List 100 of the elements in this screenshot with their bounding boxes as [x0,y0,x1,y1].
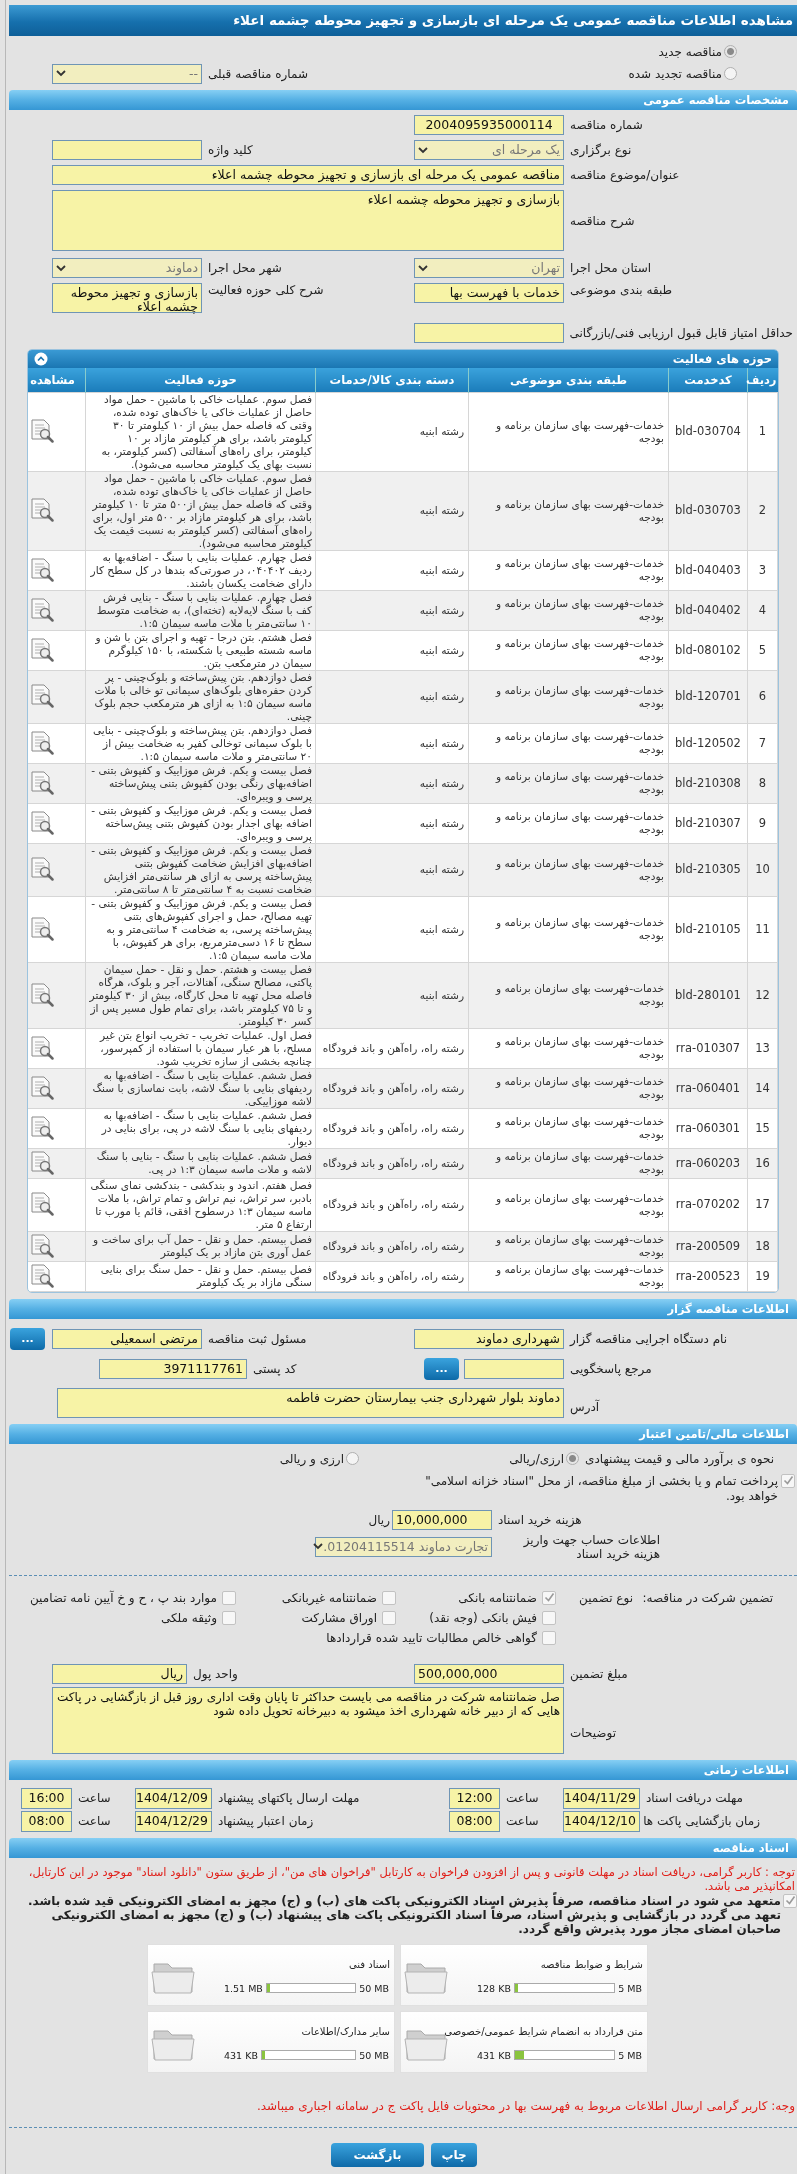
view-icon[interactable] [28,496,54,522]
text-field[interactable]: 16:00 [21,1787,72,1809]
view-icon[interactable] [28,1113,54,1140]
table-cell: فصل دوازدهم. بتن پیش‌ساخته و بلوک‌چینی - پر کردن حفره‌های بلوک‌های سیمانی تو خالی با ملات ماسه سیمان ۱:۵ به ازای هر مترمکعب حجم بلوک چینی. [85,670,316,723]
table-cell: rra-060203 [668,1148,748,1178]
view-icon[interactable] [28,980,54,1007]
view-icon[interactable] [28,855,54,881]
action-button[interactable]: چاپ [431,2142,477,2167]
checkbox[interactable] [783,1893,797,1908]
field-label: طبقه بندی موضوعی [569,283,674,297]
text-field[interactable]: 1404/12/29 [135,1810,212,1832]
view-icon[interactable] [28,1231,54,1258]
table-cell: فصل ششم. عملیات بنایی با سنگ - بنایی با سنگ لاشه و ملات ماسه سیمان ۱:۳ در پی. [85,1148,316,1178]
browse-button[interactable]: ... [10,1327,45,1350]
field-label: ساعت [505,1814,540,1828]
field-label: ساعت [505,1791,540,1805]
text-field[interactable]: شهرداری دماوند [414,1328,564,1349]
table-cell: رشته ابنیه [315,550,469,590]
text-area[interactable]: صل ضمانتنامه شرکت در مناقصه می بایست حداکثر تا پایان وقت اداری روز قبل از بازگشایی در پاکت هایی که از دبیر خانه شهرداری اخذ میشود به دبیرخانه تحویل داده شود [52,1686,564,1754]
table-cell: rra-200509 [668,1231,748,1261]
view-icon[interactable] [28,417,54,443]
dropdown[interactable]: -- [52,63,202,84]
table-cell: خدمات-فهرست بهای سازمان برنامه و بودجه [468,1261,669,1291]
view-icon[interactable] [28,728,54,755]
dropdown[interactable]: تجارت دماوند 01204115514. [315,1536,492,1557]
checkbox-label: گواهی خالص مطالبات تایید شده قراردادها [326,1630,537,1645]
radio-button[interactable] [724,67,737,80]
view-icon[interactable] [28,914,54,941]
dropdown[interactable]: تهران [414,258,564,278]
table-cell: خدمات-فهرست بهای سازمان برنامه و بودجه [468,1178,669,1231]
radio-label: ارزی/ریالی [509,1451,564,1466]
text-field[interactable] [52,140,202,160]
view-icon[interactable] [28,808,54,835]
file-size: 431 KB [224,2049,258,2061]
text-field[interactable] [464,1358,564,1379]
radio-label: مناقصه تجدید شده [628,66,722,81]
text-field[interactable]: 500,000,000 [414,1663,564,1684]
view-icon[interactable] [28,1033,54,1060]
radio-button[interactable] [566,1452,579,1465]
text-field[interactable]: 1404/12/09 [135,1787,212,1809]
text-field[interactable]: 1404/12/10 [563,1810,640,1832]
checkbox[interactable] [382,1610,396,1625]
checkbox[interactable] [222,1590,236,1605]
text-area[interactable]: بازسازی و تجهیز محوطه چشمه اعلاء [52,283,202,313]
field-label: تضمین شرکت در مناقصه: [641,1589,773,1608]
view-icon[interactable] [28,595,54,622]
text-field[interactable]: مرتضی اسمعیلی [52,1328,202,1349]
view-icon[interactable] [28,635,54,662]
view-icon[interactable] [28,768,54,795]
table-cell: خدمات-فهرست بهای سازمان برنامه و بودجه [468,1231,669,1261]
dropdown[interactable]: یک مرحله ای [414,140,564,160]
browse-button[interactable]: ... [424,1357,459,1380]
table-cell: فصل سوم. عملیات خاکی با ماشین - حمل مواد حاصل از عملیات خاکی یا خاک‌های توده شده، وقتی که فاصله حمل بیش از ۱۰ کیلومتر تا ۳۰ کیلومتر باشد، برای هر کیلومتر مازاد بر ۱۰ کیلومتر، برای راه‌های آسفالتی (کسر کیلومتر، به نسبت بهای یک کیلومتر محاسبه می‌شود). [85,392,316,471]
table-cell: 6 [747,670,778,723]
text-area[interactable]: بازسازی و تجهیز محوطه چشمه اعلاء [52,190,564,251]
dropdown[interactable]: دماوند [52,258,202,278]
text-field[interactable]: 08:00 [21,1810,72,1832]
checkbox[interactable] [781,1473,795,1488]
view-icon[interactable] [28,1148,54,1175]
view-icon[interactable] [28,682,54,708]
text-field[interactable]: خدمات با فهرست بها [414,283,564,303]
file-size: 431 KB [477,2049,511,2061]
field-label: ساعت [77,1814,112,1828]
view-icon[interactable] [28,1261,54,1288]
table-cell: rra-010307 [668,1028,748,1068]
collapse-icon[interactable] [34,352,48,366]
column-header: دسته بندی کالا/خدمات [315,368,469,392]
table-cell: رشته ابنیه [315,471,469,550]
table-cell: rra-070202 [668,1178,748,1231]
text-field[interactable]: 12:00 [449,1787,500,1809]
table-cell: فصل بیستم. حمل و نقل - حمل سنگ برای بنایی سنگی مازاد بر یک کیلومتر [85,1261,316,1291]
checkbox[interactable] [382,1590,396,1605]
table-cell: فصل اول. عملیات تخریب - تخریب انواع بتن غیر مسلح، با هر عیار سیمان با استفاده از کمپرسور، چنانچه بخشی از سازه تخریب شود. [85,1028,316,1068]
text-field[interactable]: مناقصه عمومی یک مرحله ای بازسازی و تجهیز محوطه چشمه اعلاء [52,165,564,185]
table-cell: 9 [747,803,778,843]
text-field[interactable]: 08:00 [449,1810,500,1832]
radio-button[interactable] [724,45,737,58]
text-field[interactable]: 1404/11/29 [563,1787,640,1809]
section-header: اطلاعات مناقصه گزار [9,1298,797,1319]
field-label: شهر محل اجرا [207,261,283,275]
table-cell: رشته راه، راه‌آهن و باند فرودگاه [315,1068,469,1108]
table-cell: 1 [747,392,778,471]
field-label: زمان بازگشایی پاکت ها [642,1814,760,1828]
checkbox[interactable] [542,1590,556,1605]
file-name: سایر مدارک/اطلاعات [301,2025,390,2037]
checkbox[interactable] [222,1610,236,1625]
checkbox[interactable] [542,1610,556,1625]
view-icon[interactable] [28,1190,54,1216]
text-field[interactable]: 2004095935000114 [414,115,564,135]
text-field[interactable]: 10,000,000 [392,1509,492,1530]
view-icon[interactable] [28,555,54,582]
checkbox[interactable] [542,1630,556,1645]
text-field[interactable]: دماوند بلوار شهرداری جنب بیمارستان حضرت فاطمه [57,1387,564,1418]
action-button[interactable]: بازگشت [331,2142,424,2167]
view-icon[interactable] [28,1073,54,1100]
text-field[interactable] [414,323,564,343]
text-field[interactable]: 3971117761 [99,1358,247,1379]
text-field[interactable]: ریال [52,1663,187,1684]
checkbox-label: اوراق مشارکت [301,1610,377,1625]
radio-button[interactable] [346,1452,359,1465]
